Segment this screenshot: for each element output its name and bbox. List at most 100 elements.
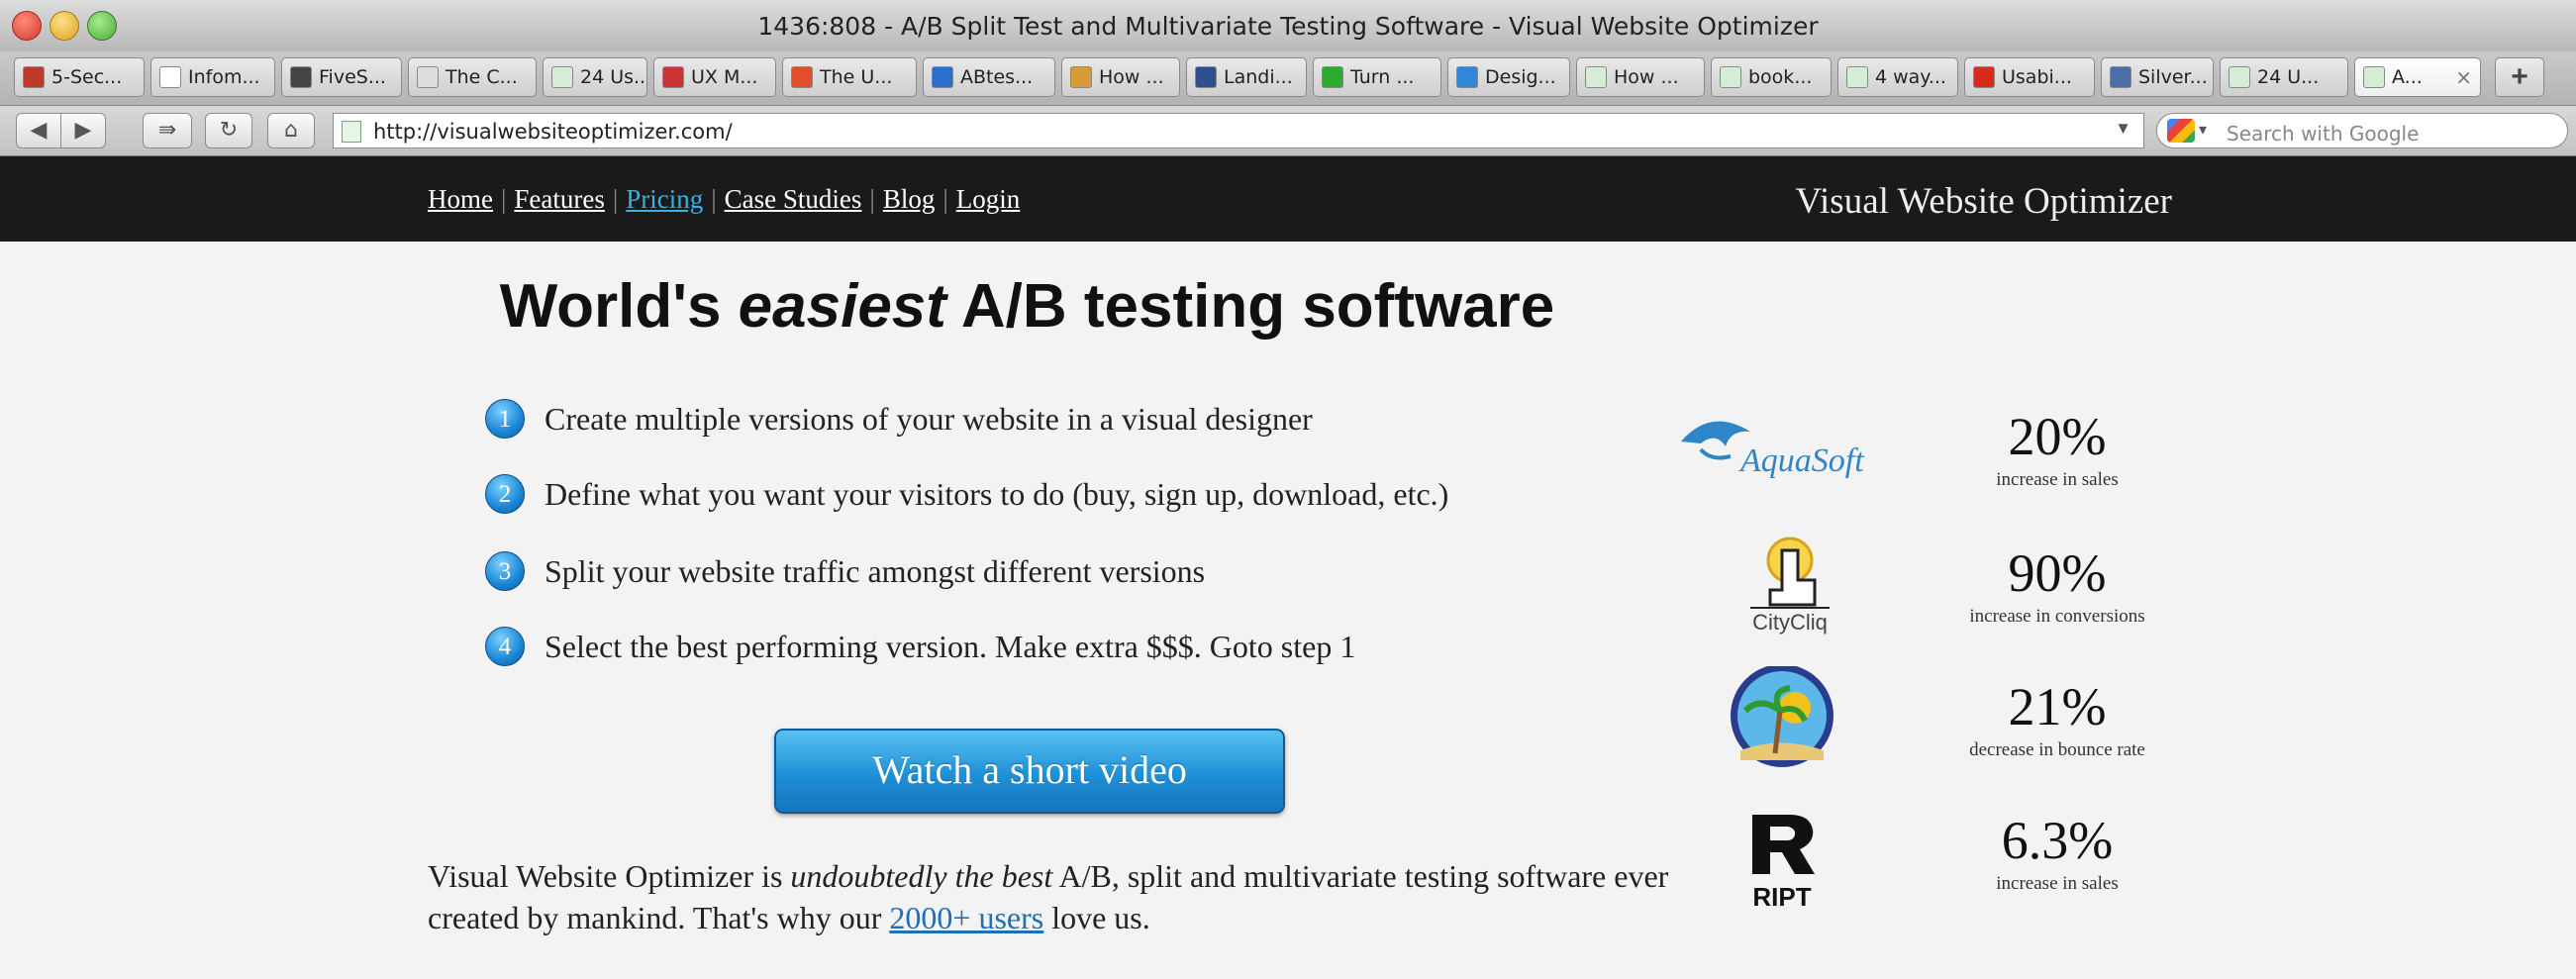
tab-label: 24 Us... xyxy=(580,66,647,88)
tab-label: Desig... xyxy=(1485,66,1556,88)
how-favicon xyxy=(1070,66,1092,88)
nav-home-link[interactable]: Home xyxy=(428,184,493,214)
step-number-badge: 4 xyxy=(485,627,525,666)
tab-label: 5-Sec... xyxy=(51,66,123,88)
watch-video-button[interactable]: Watch a short video xyxy=(774,729,1285,814)
site-brand: Visual Website Optimizer xyxy=(1795,181,2172,222)
page-favicon xyxy=(551,66,573,88)
case-stat-aquasoft: 20% increase in sales xyxy=(1929,406,2186,491)
browser-tab[interactable]: A... × xyxy=(2354,57,2481,97)
search-input[interactable]: Search with Google xyxy=(2227,122,2419,146)
forward-arrow-icon[interactable]: ▶ xyxy=(60,113,106,148)
citycliq-logo[interactable]: CityCliq xyxy=(1671,531,1909,639)
nav-pricing-link[interactable]: Pricing xyxy=(626,184,703,214)
case-stat-ript: 6.3% increase in sales xyxy=(1929,810,2186,895)
reload-icon[interactable]: ↻ xyxy=(205,113,252,148)
page-headline: World's easiest A/B testing software xyxy=(499,272,1555,341)
browser-tab[interactable]: book... xyxy=(1711,57,1832,97)
palm-tree-sun-icon xyxy=(1731,664,1833,767)
tab-label: Infom... xyxy=(188,66,260,88)
tab-label: How ... xyxy=(1099,66,1164,88)
browser-tab[interactable]: The C... xyxy=(408,57,537,97)
usability-favicon xyxy=(1973,66,1995,88)
url-dropdown-icon[interactable]: ▼ xyxy=(2115,119,2131,139)
tab-label: UX M... xyxy=(691,66,758,88)
window-title: 1436:808 - A/B Split Test and Multivaria… xyxy=(757,12,1819,41)
ript-r-logo: RIPT xyxy=(1752,815,1815,912)
stat-value: 6.3% xyxy=(2001,811,2114,870)
forward-history-icon[interactable]: ⇛ xyxy=(143,113,192,148)
search-bar[interactable]: ▾ Search with Google xyxy=(2156,113,2568,148)
step-text: Split your website traffic amongst diffe… xyxy=(545,552,1206,589)
users-link[interactable]: 2000+ users xyxy=(889,900,1043,935)
navigation-toolbar: ◀ ▶ ⇛ ↻ ⌂ http://visualwebsiteoptimizer.… xyxy=(0,106,2576,156)
new-tab-button[interactable]: + xyxy=(2495,57,2544,97)
five-sec-favicon xyxy=(23,66,45,88)
browser-tab[interactable]: Infom... xyxy=(150,57,275,97)
dolphin-icon: AquaSoft xyxy=(1681,421,1865,479)
stat-value: 90% xyxy=(2008,543,2107,603)
step-2: 2 Define what you want your visitors to … xyxy=(485,471,1448,517)
step-text: Select the best performing version. Make… xyxy=(545,628,1356,664)
step-number-badge: 1 xyxy=(485,399,525,439)
tab-label: ABtes... xyxy=(960,66,1034,88)
aquasoft-logo[interactable]: AquaSoft xyxy=(1671,402,1909,511)
tab-label: Usabi... xyxy=(2002,66,2072,88)
page-icon xyxy=(342,121,361,143)
tab-label: A... xyxy=(2392,66,2423,88)
step-text: Create multiple versions of your website… xyxy=(545,400,1313,437)
step-text: Define what you want your visitors to do… xyxy=(545,475,1449,512)
tab-label: Landi... xyxy=(1224,66,1293,88)
tab-label: The U... xyxy=(820,66,893,88)
browser-tab[interactable]: Desig... xyxy=(1447,57,1570,97)
svg-text:RIPT: RIPT xyxy=(1752,882,1811,912)
site-nav: Home | Features | Pricing | Case Studies | Blog |… xyxy=(428,184,1021,214)
back-arrow-icon[interactable]: ◀ xyxy=(16,113,61,148)
svg-text:CityCliq: CityCliq xyxy=(1752,610,1828,635)
case-stat-citycliq: 90% increase in conversions xyxy=(1929,542,2186,628)
browser-tab[interactable]: UX M... xyxy=(653,57,776,97)
step-4: 4 Select the best performing version. Ma… xyxy=(485,624,1355,669)
landing-favicon xyxy=(1195,66,1217,88)
stat-label: increase in sales xyxy=(1996,469,2119,490)
browser-tab[interactable]: How ... xyxy=(1061,57,1180,97)
nav-features-link[interactable]: Features xyxy=(514,184,604,214)
page-favicon xyxy=(1585,66,1607,88)
browser-tab[interactable]: 5-Sec... xyxy=(14,57,145,97)
browser-tab[interactable]: Usabi... xyxy=(1964,57,2095,97)
uxbooth-favicon xyxy=(791,66,813,88)
palm-tree-logo[interactable] xyxy=(1671,664,1909,775)
browser-tab[interactable]: How ... xyxy=(1576,57,1705,97)
page-favicon xyxy=(2363,66,2385,88)
search-engine-dropdown-icon[interactable]: ▾ xyxy=(2199,120,2207,140)
nav-case-studies-link[interactable]: Case Studies xyxy=(725,184,862,214)
step-number-badge: 2 xyxy=(485,474,525,514)
web-page: Home | Features | Pricing | Case Studies | Blog |… xyxy=(0,156,2576,979)
step-number-badge: 3 xyxy=(485,551,525,591)
close-tab-icon[interactable]: × xyxy=(2455,65,2472,89)
browser-tab[interactable]: Turn ... xyxy=(1313,57,1441,97)
ript-logo[interactable]: RIPT xyxy=(1671,805,1909,914)
browser-tab[interactable]: ABtes... xyxy=(923,57,1055,97)
browser-tab[interactable]: The U... xyxy=(782,57,917,97)
nav-login-link[interactable]: Login xyxy=(956,184,1021,214)
blank-favicon xyxy=(159,66,181,88)
abtests-favicon xyxy=(932,66,953,88)
tab-label: The C... xyxy=(446,66,518,88)
browser-tab[interactable]: 24 Us... xyxy=(543,57,647,97)
google-icon[interactable] xyxy=(2167,119,2195,143)
browser-tab[interactable]: Silver... xyxy=(2101,57,2214,97)
browser-tab[interactable]: FiveS... xyxy=(281,57,402,97)
description-text: Visual Website Optimizer is undoubtedly … xyxy=(428,858,1669,935)
browser-tab[interactable]: 4 way... xyxy=(1837,57,1958,97)
stat-value: 21% xyxy=(2008,677,2107,736)
address-bar[interactable]: http://visualwebsiteoptimizer.com/ ▼ xyxy=(333,113,2144,148)
title-bar: 1436:808 - A/B Split Test and Multivaria… xyxy=(0,0,2576,52)
fivesecond-favicon xyxy=(290,66,312,88)
pointer-hand-icon: CityCliq xyxy=(1750,537,1830,635)
browser-tab[interactable]: Landi... xyxy=(1186,57,1307,97)
browser-tab[interactable]: 24 U... xyxy=(2220,57,2348,97)
home-icon[interactable]: ⌂ xyxy=(267,113,315,148)
url-text[interactable]: http://visualwebsiteoptimizer.com/ xyxy=(373,120,733,144)
nav-blog-link[interactable]: Blog xyxy=(883,184,936,214)
